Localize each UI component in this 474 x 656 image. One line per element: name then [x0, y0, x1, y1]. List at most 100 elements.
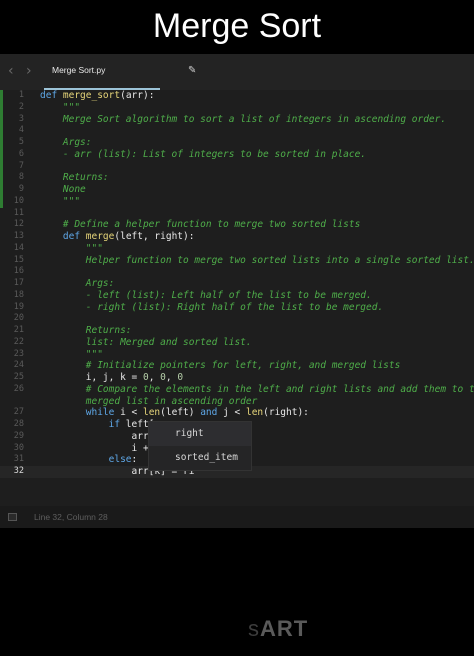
code-text: Args: [40, 137, 92, 149]
code-line[interactable]: 14 """ [0, 243, 474, 255]
cursor-position: Line 32, Column 28 [34, 512, 108, 522]
code-token: i < [120, 407, 143, 419]
code-token: i += [40, 442, 155, 454]
code-text: # Initialize pointers for left, right, a… [40, 360, 401, 372]
code-token: while [40, 407, 121, 419]
code-line[interactable]: 7 [0, 160, 474, 173]
line-number: 5 [18, 137, 24, 147]
code-line[interactable]: 21 Returns: [0, 325, 474, 337]
line-number: 9 [18, 184, 24, 194]
watermark-logo: sART [248, 616, 309, 641]
code-token: None [40, 184, 86, 195]
pencil-icon[interactable]: ✎ [188, 65, 196, 76]
code-line[interactable]: 18 - left (list): Left half of the list … [0, 290, 474, 302]
autocomplete-item[interactable]: right [149, 422, 251, 446]
line-number: 24 [13, 360, 24, 371]
code-editor[interactable]: ‹ › Merge Sort.py ✎ 1 def merge_sort(arr)… [0, 54, 474, 528]
code-token: """ [40, 242, 103, 254]
code-text: merged list in ascending order [40, 396, 258, 408]
code-token: i, j, k = [40, 372, 143, 383]
line-number: 25 [13, 372, 24, 382]
line-number: 28 [13, 419, 24, 429]
line-number: 13 [13, 231, 24, 241]
code-line[interactable]: 2 """ [0, 101, 474, 114]
code-line[interactable]: 22 list: Merged and sorted list. [0, 337, 474, 349]
code-line[interactable]: 15 Helper function to merge two sorted l… [0, 255, 474, 267]
code-line[interactable]: 20 [0, 313, 474, 325]
code-token: """ [40, 348, 103, 360]
line-number: 2 [18, 101, 24, 112]
line-number: 20 [13, 313, 24, 324]
code-line[interactable]: 6 - arr (list): List of integers to be s… [0, 148, 474, 161]
code-line[interactable]: 16 [0, 266, 474, 278]
code-line[interactable]: 1 def merge_sort(arr): [0, 90, 474, 102]
autocomplete-item[interactable]: sorted_item [149, 446, 251, 470]
code-line[interactable]: 19 - right (list): Right half of the lis… [0, 302, 474, 314]
code-line[interactable]: 27 while i < len(left) and j < len(right… [0, 407, 474, 419]
line-number: 27 [13, 407, 24, 418]
line-number: 15 [13, 254, 24, 265]
tab-merge-sort-py[interactable]: Merge Sort.py ✎ [44, 54, 196, 90]
line-number: 4 [18, 125, 24, 136]
code-text: None [40, 184, 86, 196]
chevron-left-icon[interactable]: ‹ [8, 63, 22, 79]
line-number: 22 [13, 336, 24, 347]
code-token: (right): [263, 407, 309, 419]
code-line[interactable]: 13 def merge(left, right): [0, 231, 474, 243]
code-line[interactable]: 24 # Initialize pointers for left, right… [0, 360, 474, 372]
code-line[interactable]: 11 [0, 208, 474, 220]
code-token: (left, right): [114, 231, 195, 242]
code-token: # Compare the elements in the left and r… [40, 383, 474, 395]
code-text: """ [40, 243, 103, 255]
code-token: else [40, 454, 132, 466]
code-line[interactable]: 9 None [0, 184, 474, 196]
line-number: 19 [13, 301, 24, 312]
line-number: 17 [13, 278, 24, 288]
code-text: """ [40, 196, 80, 208]
code-token: # Initialize pointers for left, right, a… [40, 360, 401, 372]
code-line[interactable]: 4 [0, 125, 474, 137]
panel-icon[interactable] [8, 513, 17, 521]
line-number: 26 [13, 383, 24, 394]
status-bar: Line 32, Column 28 [0, 506, 474, 528]
code-token: Merge Sort algorithm to sort a list of i… [40, 113, 447, 125]
code-line[interactable]: merged list in ascending order [0, 396, 474, 408]
code-text: Helper function to merge two sorted list… [40, 255, 474, 267]
line-number: 10 [13, 195, 24, 206]
code-text: i, j, k = 0, 0, 0 [40, 372, 183, 384]
code-text: def merge_sort(arr): [40, 90, 154, 102]
code-text: while i < len(left) and j < len(right): [40, 407, 309, 419]
line-number: 23 [13, 348, 24, 359]
code-token: - left (list): Left half of the list to … [40, 289, 372, 301]
line-number: 30 [13, 442, 24, 453]
code-line[interactable]: 10 """ [0, 195, 474, 208]
code-token: """ [40, 101, 81, 113]
code-line[interactable]: 12 # Define a helper function to merge t… [0, 219, 474, 231]
code-line[interactable]: 8 Returns: [0, 172, 474, 184]
code-text: - arr (list): List of integers to be sor… [40, 149, 366, 161]
code-token: : [131, 454, 138, 466]
code-token: def [40, 90, 63, 101]
line-number: 1 [18, 90, 24, 100]
code-token: len [245, 407, 264, 419]
code-text: Returns: [40, 325, 132, 337]
code-line[interactable]: 17 Args: [0, 278, 474, 290]
code-line[interactable]: 23 """ [0, 349, 474, 361]
code-text: # Define a helper function to merge two … [40, 219, 360, 231]
line-number: 21 [13, 325, 24, 335]
code-token: Returns: [40, 172, 109, 184]
code-line[interactable]: 5 Args: [0, 137, 474, 149]
autocomplete-popup[interactable]: right sorted_item [149, 422, 251, 470]
chevron-right-icon[interactable]: › [26, 63, 40, 79]
line-number: 8 [18, 172, 24, 183]
code-text: """ [40, 349, 103, 361]
code-text: arr[ [40, 431, 155, 443]
code-line[interactable]: 3 Merge Sort algorithm to sort a list of… [0, 113, 474, 126]
code-token: and [200, 407, 224, 419]
line-number: 18 [13, 289, 24, 300]
code-line[interactable]: 26 # Compare the elements in the left an… [0, 384, 474, 396]
code-text: list: Merged and sorted list. [40, 337, 252, 349]
code-token: # Define a helper function to merge two … [40, 219, 361, 231]
code-line[interactable]: 25 i, j, k = 0, 0, 0 [0, 372, 474, 384]
code-token: merge_sort [62, 90, 121, 101]
